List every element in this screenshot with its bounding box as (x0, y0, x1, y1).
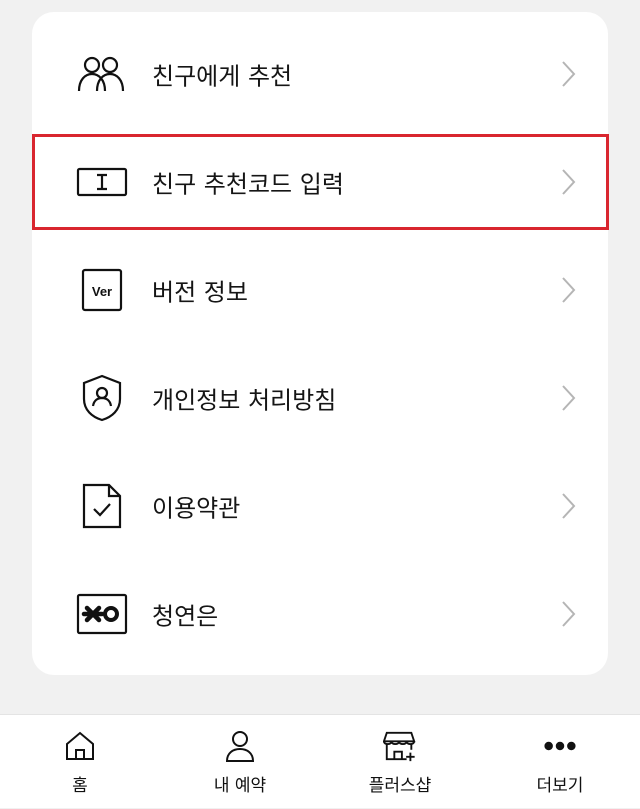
tab-label: 홈 (72, 776, 88, 796)
chevron-right-icon (562, 601, 576, 627)
version-icon: Ver (76, 264, 128, 316)
settings-menu-card: 친구에게 추천 친구 추천코드 입력 Ver 버전 정보 개인정보 처리방침 이… (32, 12, 609, 675)
chevron-right-icon (562, 277, 576, 303)
menu-item-label: 청연은 (152, 602, 219, 631)
menu-item-version-info[interactable]: Ver 버전 정보 (32, 236, 608, 344)
more-dots-icon (543, 729, 577, 763)
friends-icon (76, 48, 128, 100)
chevron-right-icon (562, 169, 576, 195)
menu-item-label: 버전 정보 (152, 278, 248, 307)
menu-item-recommend-friend[interactable]: 친구에게 추천 (32, 20, 608, 128)
menu-item-label: 이용약관 (152, 494, 241, 523)
tab-more[interactable]: 더보기 (480, 715, 640, 809)
brand-logo-icon (76, 588, 128, 640)
terms-document-icon (76, 480, 128, 532)
menu-item-brand[interactable]: 청연은 (32, 560, 608, 668)
chevron-right-icon (562, 385, 576, 411)
menu-item-label: 친구 추천코드 입력 (152, 170, 344, 199)
person-icon (223, 729, 257, 763)
tab-label: 내 예약 (213, 776, 267, 796)
shop-icon (383, 729, 417, 763)
code-input-icon (76, 156, 128, 208)
tab-label: 플러스샵 (368, 776, 432, 796)
tab-home[interactable]: 홈 (0, 715, 160, 809)
bottom-tab-bar: 홈 내 예약 플러스샵 더보기 (0, 714, 640, 808)
menu-item-label: 친구에게 추천 (152, 62, 293, 91)
home-icon (63, 729, 97, 763)
tab-plus-shop[interactable]: 플러스샵 (320, 715, 480, 809)
chevron-right-icon (562, 61, 576, 87)
tab-my-reservation[interactable]: 내 예약 (160, 715, 320, 809)
version-icon-text: Ver (92, 284, 112, 299)
menu-item-terms-of-use[interactable]: 이용약관 (32, 452, 608, 560)
menu-item-enter-referral-code[interactable]: 친구 추천코드 입력 (32, 128, 608, 236)
menu-item-label: 개인정보 처리방침 (152, 386, 337, 415)
tab-label: 더보기 (536, 776, 584, 796)
chevron-right-icon (562, 493, 576, 519)
privacy-shield-icon (76, 372, 128, 424)
menu-item-privacy-policy[interactable]: 개인정보 처리방침 (32, 344, 608, 452)
